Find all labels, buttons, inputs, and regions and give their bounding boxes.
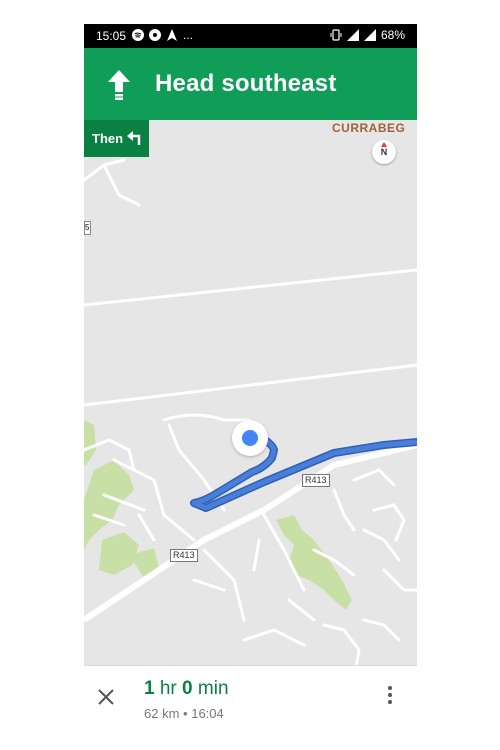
location-dot-icon	[242, 430, 258, 446]
eta-minutes: 0	[182, 678, 193, 699]
phone-screen: 15:05 ... 68% Head southeast CURRABEG N …	[84, 24, 417, 729]
spotify-icon	[132, 29, 144, 41]
eta-details: 62 km • 16:04	[144, 706, 224, 721]
navigation-header[interactable]: Head southeast	[84, 48, 417, 120]
status-bar: 15:05 ... 68%	[84, 24, 417, 48]
road-shield: R413	[170, 549, 198, 562]
instruction-text: Head southeast	[155, 70, 337, 97]
eta-arrival-time: 16:04	[191, 706, 224, 721]
media-icon	[149, 29, 161, 41]
then-label: Then	[92, 131, 124, 146]
eta-separator: •	[183, 706, 188, 721]
place-label: CURRABEG	[332, 121, 406, 135]
eta-hours: 1	[144, 678, 155, 699]
map-canvas	[84, 158, 417, 682]
turn-left-icon	[127, 131, 141, 145]
eta-minutes-unit: min	[197, 678, 229, 699]
arrow-up-icon	[108, 70, 130, 100]
signal-icon	[346, 29, 359, 41]
then-chip[interactable]: Then	[84, 120, 149, 157]
vibrate-icon	[330, 29, 342, 41]
compass-label: N	[380, 147, 388, 157]
map-view[interactable]: CURRABEG N 5 R413 R413 Google	[84, 120, 417, 688]
eta-duration: 1 hr 0 min	[144, 678, 229, 700]
status-time: 15:05	[96, 29, 127, 43]
status-more: ...	[183, 28, 194, 42]
signal-icon	[363, 29, 376, 41]
close-icon[interactable]	[96, 687, 116, 707]
trip-summary-bar: 1 hr 0 min 62 km • 16:04	[84, 665, 417, 729]
eta-distance: 62 km	[144, 706, 180, 721]
eta-hours-unit: hr	[159, 678, 177, 699]
battery-level: 68%	[380, 28, 405, 42]
status-left-icons: ...	[132, 28, 193, 42]
more-options-icon[interactable]	[385, 686, 395, 708]
navigation-icon	[167, 29, 177, 41]
current-location-marker	[232, 420, 268, 456]
road-sign: 5	[84, 221, 91, 235]
road-shield: R413	[302, 474, 330, 487]
status-right-icons: 68%	[330, 28, 405, 42]
compass-button[interactable]: N	[372, 140, 396, 164]
